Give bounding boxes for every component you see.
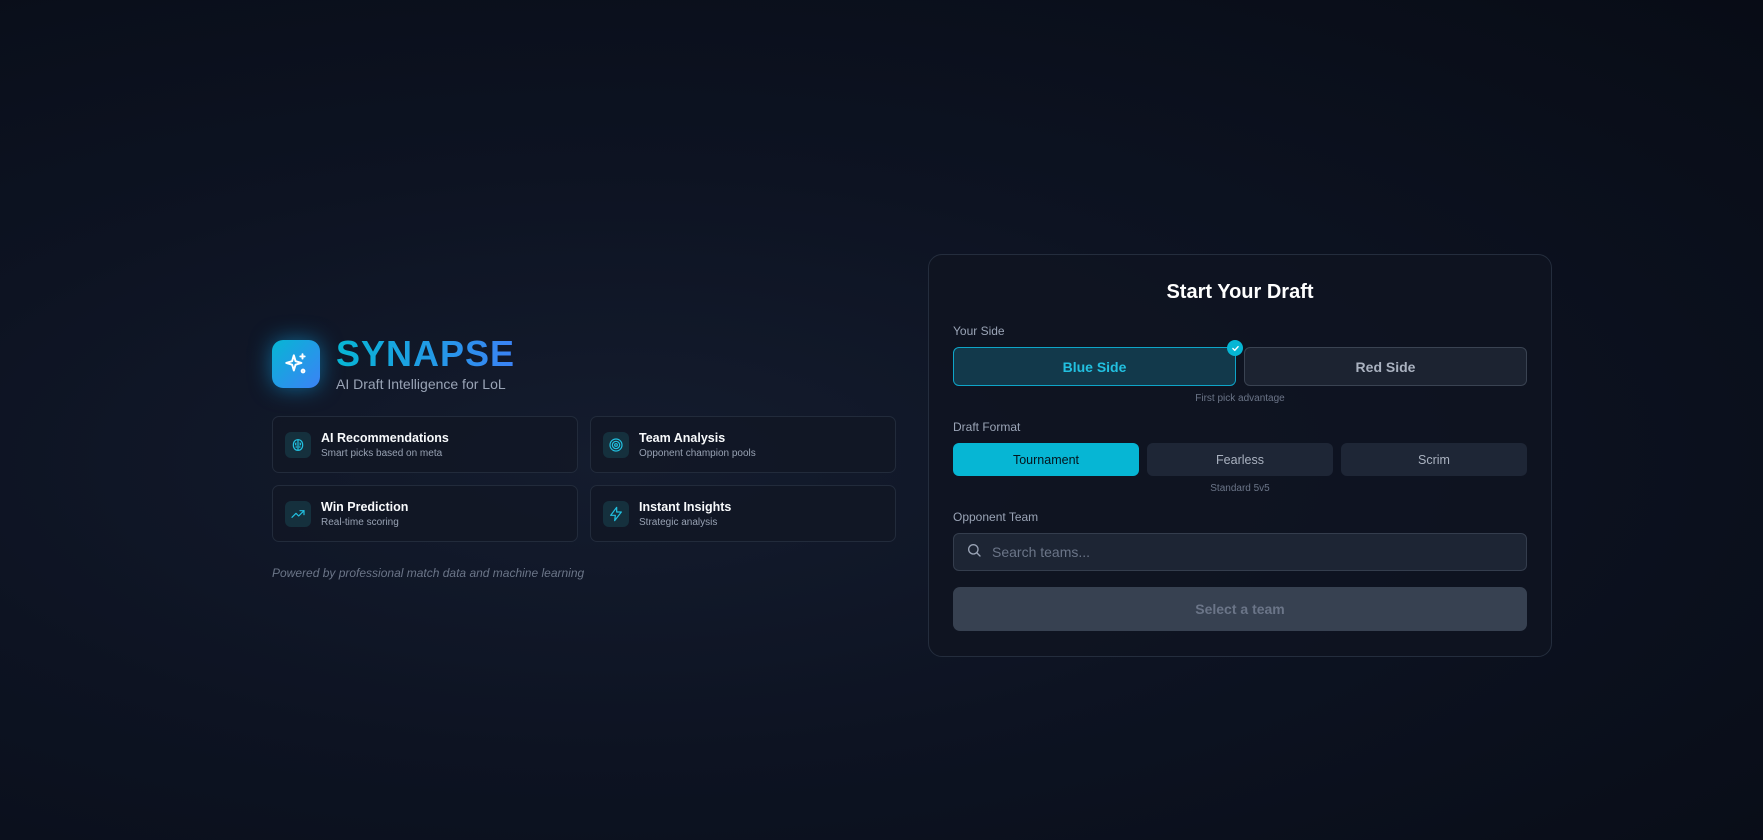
hero-panel: SYNAPSE AI Draft Intelligence for LoL AI… bbox=[272, 336, 896, 580]
feature-title: Team Analysis bbox=[639, 430, 726, 445]
sparkles-icon bbox=[272, 340, 320, 388]
feature-title: Win Prediction bbox=[321, 499, 409, 514]
format-section: Draft Format Tournament Fearless Scrim S… bbox=[953, 420, 1527, 494]
team-search-box bbox=[953, 533, 1527, 571]
side-label: Your Side bbox=[953, 324, 1005, 338]
feature-desc: Real-time scoring bbox=[321, 516, 399, 528]
format-tournament-button[interactable]: Tournament bbox=[953, 443, 1139, 476]
trending-up-icon bbox=[285, 500, 311, 527]
red-side-button[interactable]: Red Side bbox=[1244, 347, 1527, 386]
feature-desc: Strategic analysis bbox=[639, 516, 718, 528]
powered-by-text: Powered by professional match data and m… bbox=[272, 566, 585, 580]
feature-desc: Smart picks based on meta bbox=[321, 447, 443, 459]
card-title: Start Your Draft bbox=[1166, 281, 1314, 303]
blue-side-button[interactable]: Blue Side bbox=[953, 340, 1243, 386]
feature-card-win-prediction: Win Prediction Real-time scoring bbox=[272, 485, 578, 542]
feature-card-team-analysis: Team Analysis Opponent champion pools bbox=[590, 416, 896, 473]
app-subtitle: AI Draft Intelligence for LoL bbox=[336, 376, 506, 392]
side-section: Your Side Blue Side Red Side First pick … bbox=[953, 324, 1527, 404]
feature-card-ai-recommendations: AI Recommendations Smart picks based on … bbox=[272, 416, 578, 473]
feature-desc: Opponent champion pools bbox=[639, 447, 756, 459]
side-hint: First pick advantage bbox=[1195, 393, 1285, 404]
team-search-input[interactable] bbox=[992, 544, 1514, 560]
format-scrim-button[interactable]: Scrim bbox=[1341, 443, 1527, 476]
feature-title: Instant Insights bbox=[639, 499, 732, 514]
lightning-icon bbox=[603, 500, 629, 527]
target-icon bbox=[603, 431, 629, 458]
format-label: Draft Format bbox=[953, 420, 1021, 434]
feature-card-instant-insights: Instant Insights Strategic analysis bbox=[590, 485, 896, 542]
select-team-button[interactable]: Select a team bbox=[953, 587, 1527, 631]
brain-icon bbox=[285, 431, 311, 458]
opponent-section: Opponent Team bbox=[953, 510, 1527, 571]
search-icon bbox=[966, 542, 982, 563]
app-title: SYNAPSE bbox=[336, 333, 516, 374]
feature-title: AI Recommendations bbox=[321, 430, 449, 445]
brand: SYNAPSE AI Draft Intelligence for LoL bbox=[272, 336, 896, 392]
opponent-label: Opponent Team bbox=[953, 510, 1039, 524]
format-hint: Standard 5v5 bbox=[1210, 483, 1270, 494]
feature-grid: AI Recommendations Smart picks based on … bbox=[272, 416, 896, 542]
format-fearless-button[interactable]: Fearless bbox=[1147, 443, 1333, 476]
check-icon bbox=[1227, 340, 1243, 356]
draft-setup-card: Start Your Draft Your Side Blue Side Red… bbox=[928, 254, 1552, 657]
